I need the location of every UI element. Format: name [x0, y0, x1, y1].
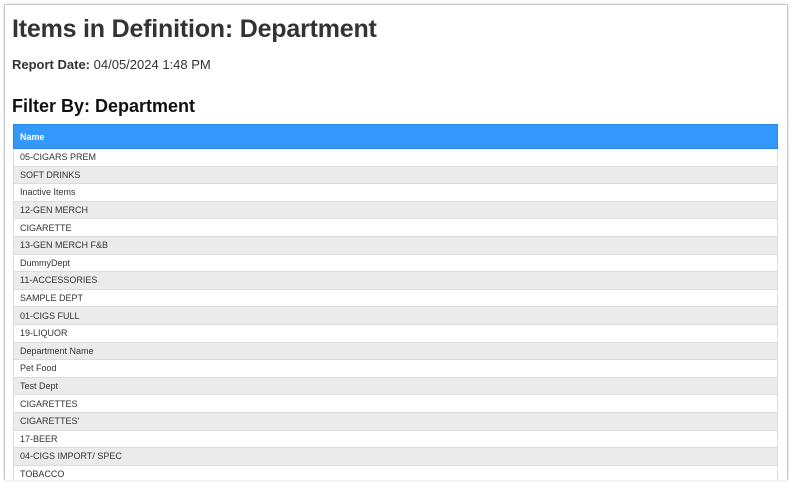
department-table-container: Name 05-CIGARS PREM SOFT DRINKS Inactive I… — [13, 124, 778, 480]
table-cell-name: SOFT DRINKS — [13, 166, 778, 185]
report-date-value: 04/05/2024 1:48 PM — [93, 57, 211, 72]
page-title: Items in Definition: Department — [12, 15, 377, 43]
table-cell-name: 12-GEN MERCH — [13, 201, 778, 220]
table-cell-name: Inactive Items — [13, 183, 778, 202]
report-date-label: Report Date: — [12, 57, 91, 72]
table-cell-name: 13-GEN MERCH F&B — [13, 236, 778, 255]
report-panel: Items in Definition: Department Report D… — [4, 4, 788, 480]
column-header-name[interactable]: Name — [13, 124, 778, 149]
table-cell-name: DummyDept — [13, 254, 778, 273]
table-cell-name: 17-BEER — [13, 430, 778, 449]
table-row[interactable]: 17-BEER — [13, 430, 778, 449]
table-cell-name: 01-CIGS FULL — [13, 306, 778, 325]
table-cell-name: 04-CIGS IMPORT/ SPEC — [13, 447, 778, 466]
table-cell-name: TOBACCO — [13, 465, 778, 480]
table-cell-name: Pet Food — [13, 359, 778, 378]
table-cell-name: CIGARETTES — [13, 394, 778, 413]
table-row[interactable]: Department Name — [13, 342, 778, 361]
table-row[interactable]: CIGARETTE — [13, 218, 778, 237]
table-body: 05-CIGARS PREM SOFT DRINKS Inactive Items 1… — [13, 148, 778, 480]
table-cell-name: 11-ACCESSORIES — [13, 271, 778, 290]
table-row[interactable]: SAMPLE DEPT — [13, 289, 778, 308]
table-row[interactable]: SOFT DRINKS — [13, 166, 778, 185]
table-cell-name: CIGARETTES' — [13, 412, 778, 431]
table-cell-name: SAMPLE DEPT — [13, 289, 778, 308]
table-row[interactable]: 13-GEN MERCH F&B — [13, 236, 778, 255]
table-header-row: Name — [13, 124, 778, 149]
table-cell-name: 19-LIQUOR — [13, 324, 778, 343]
table-row[interactable]: Pet Food — [13, 359, 778, 378]
table-row[interactable]: 01-CIGS FULL — [13, 306, 778, 325]
table-cell-name: CIGARETTE — [13, 218, 778, 237]
table-row[interactable]: 12-GEN MERCH — [13, 201, 778, 220]
table-row[interactable]: Test Dept — [13, 377, 778, 396]
table-cell-name: Department Name — [13, 342, 778, 361]
table-row[interactable]: 19-LIQUOR — [13, 324, 778, 343]
table-row[interactable]: Inactive Items — [13, 183, 778, 202]
table-row[interactable]: DummyDept — [13, 254, 778, 273]
table-row[interactable]: 04-CIGS IMPORT/ SPEC — [13, 447, 778, 466]
table-row[interactable]: TOBACCO — [13, 465, 778, 480]
department-table: Name 05-CIGARS PREM SOFT DRINKS Inactive I… — [13, 124, 778, 480]
table-row[interactable]: 11-ACCESSORIES — [13, 271, 778, 290]
filter-title: Filter By: Department — [12, 96, 196, 116]
table-cell-name: 05-CIGARS PREM — [13, 148, 778, 167]
table-cell-name: Test Dept — [13, 377, 778, 396]
table-row[interactable]: CIGARETTES — [13, 394, 778, 413]
report-date: Report Date: 04/05/2024 1:48 PM — [12, 57, 211, 72]
table-row[interactable]: 05-CIGARS PREM — [13, 148, 778, 167]
table-row[interactable]: CIGARETTES' — [13, 412, 778, 431]
